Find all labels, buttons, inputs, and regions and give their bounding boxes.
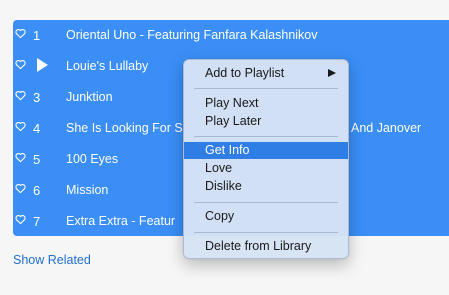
track-title: Oriental Uno - Featuring Fanfara Kalashn… (66, 28, 318, 42)
menu-item-copy[interactable]: Copy (188, 208, 344, 225)
track-number: 3 (33, 90, 41, 105)
track-title: Louie's Lullaby (66, 59, 149, 73)
track-number: 4 (33, 121, 41, 136)
menu-item-play-next[interactable]: Play Next (188, 95, 344, 112)
menu-item-label: Add to Playlist (205, 66, 285, 80)
track-number: 6 (33, 183, 41, 198)
track-title: 100 Eyes (66, 152, 119, 166)
menu-separator (194, 88, 338, 89)
heart-icon[interactable] (15, 59, 26, 70)
track-title: Mission (66, 183, 109, 197)
track-number: 5 (33, 152, 41, 167)
menu-item-label: Get Info (205, 143, 250, 157)
menu-separator (194, 136, 338, 137)
show-related-link[interactable]: Show Related (13, 253, 91, 268)
track-number: 1 (33, 28, 41, 43)
menu-item-label: Play Later (205, 114, 262, 128)
menu-item-delete-from-library[interactable]: Delete from Library (188, 238, 344, 255)
menu-item-get-info[interactable]: Get Info (184, 142, 348, 159)
menu-item-dislike[interactable]: Dislike (188, 178, 344, 195)
track-number: 7 (33, 214, 41, 229)
track-title: Extra Extra - Featur (66, 214, 176, 228)
track-row[interactable]: 1 Oriental Uno - Featuring Fanfara Kalas… (13, 20, 449, 51)
menu-item-love[interactable]: Love (188, 160, 344, 177)
menu-item-label: Copy (205, 209, 235, 223)
menu-item-label: Delete from Library (205, 239, 312, 253)
heart-icon[interactable] (15, 121, 26, 132)
chevron-right-icon (328, 69, 336, 77)
track-title: Junktion (66, 90, 113, 104)
menu-item-play-later[interactable]: Play Later (188, 113, 344, 130)
menu-separator (194, 232, 338, 233)
heart-icon[interactable] (15, 183, 26, 194)
menu-item-label: Love (205, 161, 233, 175)
menu-item-label: Dislike (205, 179, 242, 193)
menu-separator (194, 202, 338, 203)
heart-icon[interactable] (15, 90, 26, 101)
track-title-overflow: And Janover (351, 121, 422, 135)
track-title: She Is Looking For S (66, 121, 183, 135)
context-menu: Add to Playlist Play Next Play Later Get… (183, 59, 349, 259)
menu-item-add-to-playlist[interactable]: Add to Playlist (188, 65, 344, 82)
heart-icon[interactable] (15, 152, 26, 163)
play-icon[interactable] (37, 58, 48, 72)
heart-icon[interactable] (15, 28, 26, 39)
heart-icon[interactable] (15, 214, 26, 225)
menu-item-label: Play Next (205, 96, 259, 110)
